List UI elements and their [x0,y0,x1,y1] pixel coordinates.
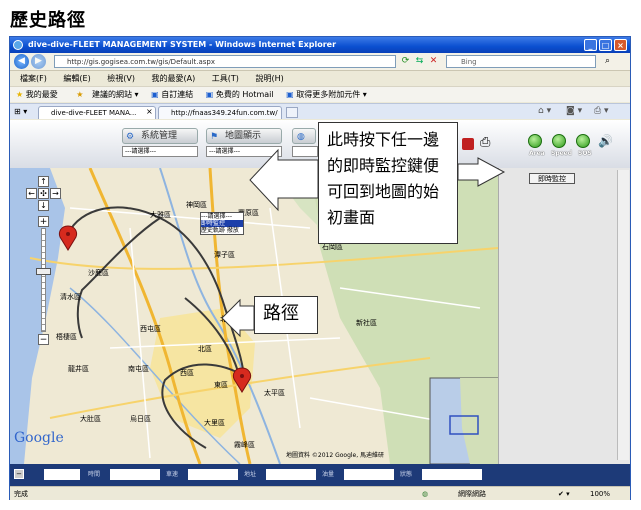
arrow-right-realtime [457,157,506,187]
arrow-left-dropdown [249,148,319,212]
dropdown-option[interactable]: ---請選擇--- [201,213,243,220]
dropdown-option-selected[interactable]: 即時監控 [201,220,243,227]
arrow-path [221,298,255,338]
dropdown-option[interactable]: 歷史軌跡 撥放 [201,227,243,234]
map-dropdown: ---請選擇--- 即時監控 歷史軌跡 撥放 [200,212,244,235]
callout-arrows [221,148,506,338]
